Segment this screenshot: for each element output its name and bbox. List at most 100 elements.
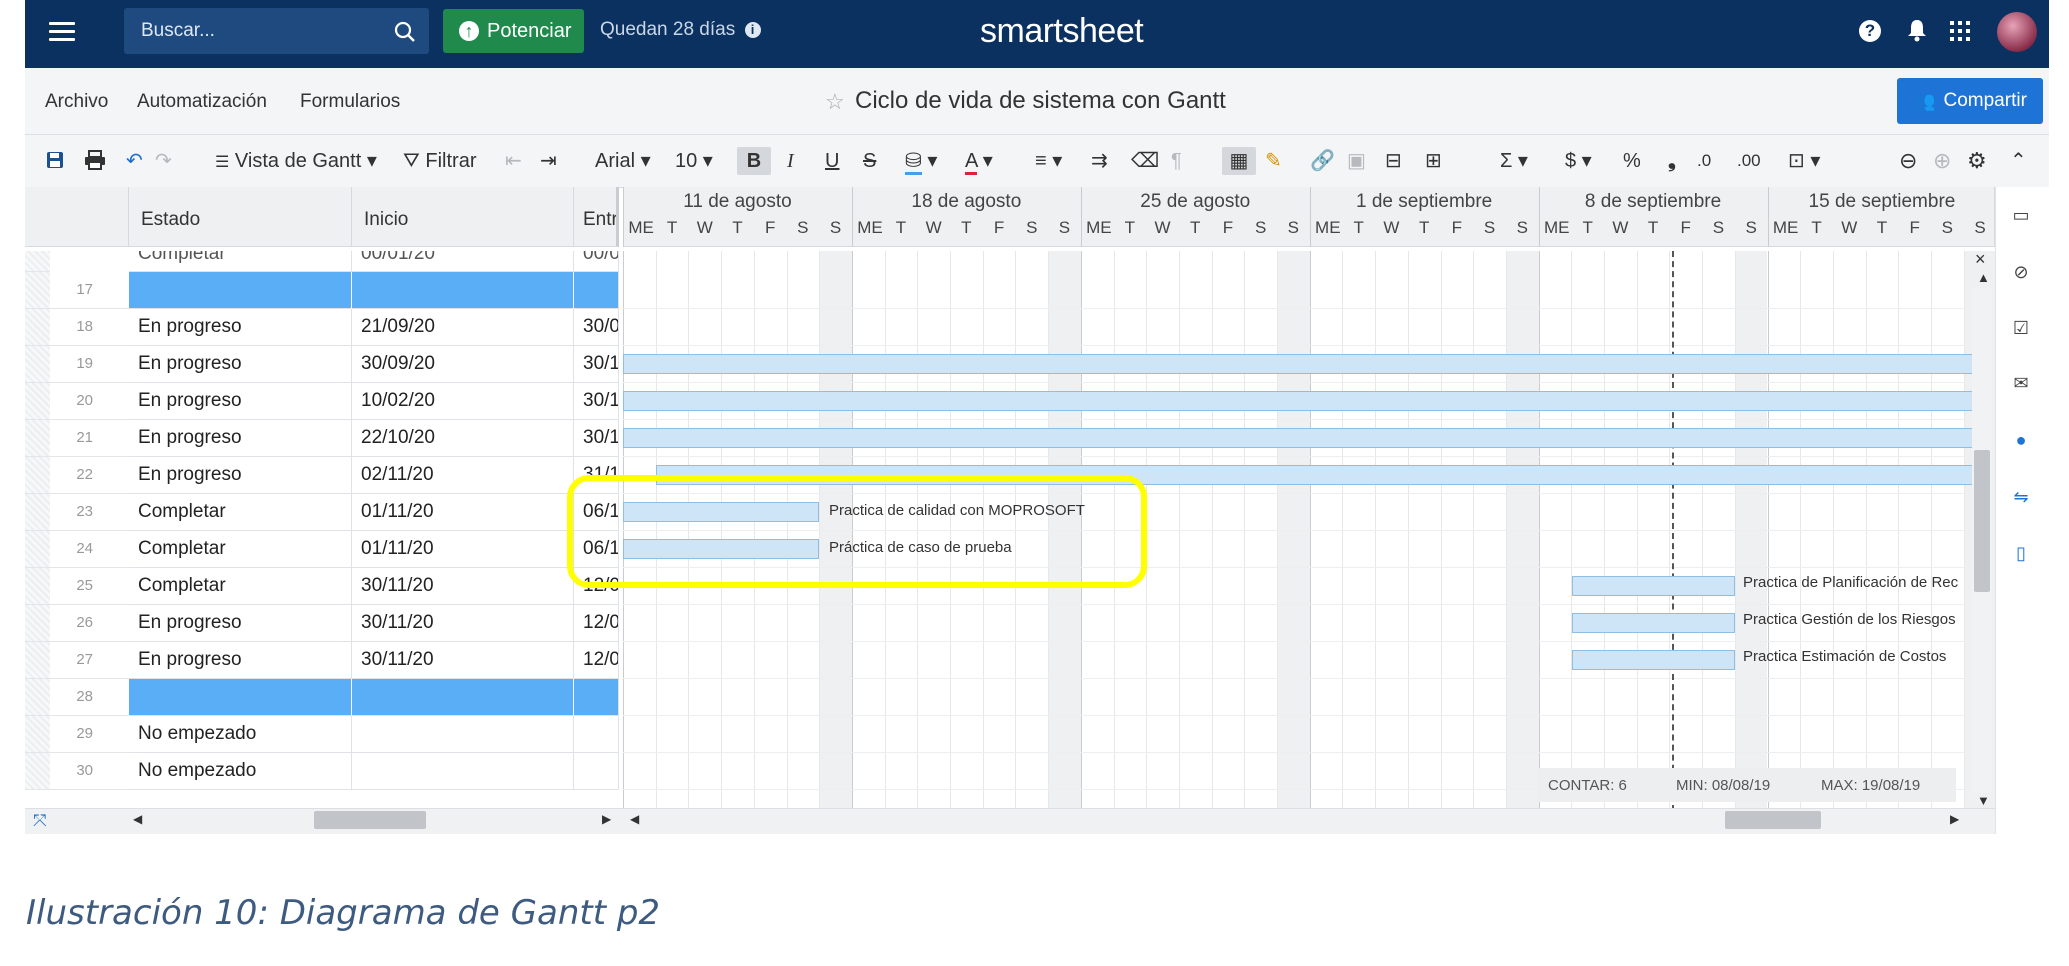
cell-entrega[interactable]: 12/0 <box>574 605 619 642</box>
print-icon[interactable] <box>84 150 106 170</box>
row-number[interactable]: 30 <box>50 753 95 790</box>
cell-estado[interactable]: En progreso <box>129 605 352 642</box>
decrease-decimal-icon[interactable]: .0 <box>1697 147 1711 175</box>
activity-log-icon[interactable]: ⇋ <box>2011 487 2031 507</box>
cell-estado[interactable]: En progreso <box>129 383 352 420</box>
gantt-bar-26[interactable] <box>1572 613 1735 633</box>
clear-format-icon[interactable]: ⌫ <box>1131 147 1159 175</box>
cell-entrega[interactable] <box>574 716 619 753</box>
filter-button[interactable]: ⛛ Filtrar <box>403 147 476 175</box>
section-row-entrega[interactable] <box>574 272 619 309</box>
search-input[interactable] <box>141 8 381 54</box>
image-icon[interactable]: ▣ <box>1347 147 1366 175</box>
row-number[interactable]: 22 <box>50 457 95 494</box>
notifications-bell-icon[interactable] <box>1906 18 1928 42</box>
row-number[interactable]: 29 <box>50 716 95 753</box>
gantt-view-dropdown[interactable]: ☰ Vista de Gantt ▾ <box>215 147 377 175</box>
row-number[interactable]: 26 <box>50 605 95 642</box>
expand-icon[interactable]: ⤧ <box>33 811 47 831</box>
cell-inicio[interactable] <box>352 753 574 790</box>
row-number[interactable]: 23 <box>50 494 95 531</box>
cell-estado[interactable]: En progreso <box>129 457 352 494</box>
gantt-close-icon[interactable]: × <box>1975 249 1986 270</box>
column-header-inicio[interactable]: Inicio <box>352 187 574 247</box>
currency-button[interactable]: $ ▾ <box>1565 147 1592 175</box>
menu-automatizacion[interactable]: Automatización <box>137 91 267 113</box>
row-number[interactable]: 27 <box>50 642 95 679</box>
link-icon[interactable]: 🔗 <box>1310 147 1335 175</box>
cell-inicio[interactable]: 30/11/20 <box>352 605 574 642</box>
cell-entrega[interactable]: 30/0 <box>574 309 619 346</box>
increase-decimal-icon[interactable]: .00 <box>1737 147 1761 175</box>
grid-view-icon[interactable]: ▦ <box>1222 147 1256 175</box>
collapse-toolbar-icon[interactable]: ⌃ <box>2010 147 2027 175</box>
save-icon[interactable] <box>46 151 64 169</box>
font-family-dropdown[interactable]: Arial ▾ <box>595 147 651 175</box>
cell-entrega[interactable]: 30/1 <box>574 383 619 420</box>
info-icon[interactable]: i <box>744 22 761 38</box>
sheet-title[interactable]: Ciclo de vida de sistema con Gantt <box>855 87 1226 115</box>
cell-estado[interactable]: Completar <box>129 568 352 605</box>
gantt-bar-19[interactable] <box>623 354 1975 374</box>
bold-button[interactable]: B <box>737 147 771 175</box>
section-row-estado[interactable] <box>129 272 352 309</box>
cell-estado[interactable]: En progreso <box>129 420 352 457</box>
cell-inicio[interactable]: 21/09/20 <box>352 309 574 346</box>
row-number[interactable]: 24 <box>50 531 95 568</box>
cell-estado[interactable]: No empezado <box>129 716 352 753</box>
cell-estado[interactable]: Completar <box>129 531 352 568</box>
cell-entrega[interactable] <box>574 753 619 790</box>
summary-icon[interactable]: ▯ <box>2011 543 2031 563</box>
gantt-bar-25[interactable] <box>1572 576 1735 596</box>
redo-icon[interactable]: ↷ <box>155 147 172 175</box>
cell-inicio[interactable]: 30/11/20 <box>352 568 574 605</box>
section-row-entrega[interactable] <box>574 679 619 716</box>
percent-icon[interactable]: % <box>1623 147 1641 175</box>
row-number[interactable]: 18 <box>50 309 95 346</box>
align-dropdown[interactable]: ≡ ▾ <box>1035 147 1062 175</box>
date-format-dropdown[interactable]: ⊡ ▾ <box>1788 147 1820 175</box>
gantt-bar-21[interactable] <box>623 428 1975 448</box>
menu-archivo[interactable]: Archivo <box>45 91 108 113</box>
menu-formularios[interactable]: Formularios <box>300 91 400 113</box>
comments-icon[interactable]: ▭ <box>2011 205 2031 225</box>
cell-inicio[interactable] <box>352 716 574 753</box>
gantt-scroll-up-icon[interactable]: ▲ <box>1977 270 1990 285</box>
gantt-hscroll-thumb[interactable] <box>1725 811 1821 829</box>
strikethrough-button[interactable]: S <box>863 147 876 175</box>
gantt-scroll-right-icon[interactable]: ▶ <box>1950 812 1959 826</box>
format-painter-icon[interactable]: ¶ <box>1171 147 1182 175</box>
cell-entrega[interactable]: 12/0 <box>574 642 619 679</box>
gantt-scroll-down-icon[interactable]: ▼ <box>1977 793 1990 808</box>
smartsheet-logo[interactable]: smartsheet <box>980 12 1144 51</box>
cell-inicio[interactable]: 01/11/20 <box>352 494 574 531</box>
grid-scroll-right-icon[interactable]: ▶ <box>602 812 611 826</box>
insert-row-icon[interactable]: ⊟ <box>1385 147 1402 175</box>
grid-scroll-left-icon[interactable]: ◀ <box>133 812 142 826</box>
cell-estado[interactable]: Completar <box>129 494 352 531</box>
zoom-in-icon[interactable]: ⊕ <box>1933 147 1951 175</box>
indent-icon[interactable]: ⇥ <box>540 147 557 175</box>
row-number[interactable]: 17 <box>50 272 95 309</box>
row-number[interactable]: 20 <box>50 383 95 420</box>
search-box[interactable] <box>124 8 429 54</box>
cell-entrega[interactable]: 30/1 <box>574 346 619 383</box>
insert-column-icon[interactable]: ⊞ <box>1425 147 1442 175</box>
update-requests-icon[interactable]: ✉ <box>2011 373 2031 393</box>
wrap-text-icon[interactable]: ⇉ <box>1091 147 1108 175</box>
help-icon[interactable]: ? <box>1859 20 1881 42</box>
user-avatar[interactable] <box>1997 12 2037 52</box>
grid-hscroll-thumb[interactable] <box>314 811 426 829</box>
share-button[interactable]: 👥 Compartir <box>1897 78 2043 124</box>
section-row-inicio[interactable] <box>352 679 574 716</box>
gantt-scroll-left-icon[interactable]: ◀ <box>630 812 639 826</box>
cell-inicio[interactable]: 10/02/20 <box>352 383 574 420</box>
row-number[interactable]: 28 <box>50 679 95 716</box>
gantt-bar-20[interactable] <box>623 391 1975 411</box>
publish-globe-icon[interactable]: ● <box>2011 430 2031 450</box>
sum-button[interactable]: Σ ▾ <box>1500 147 1528 175</box>
cell-inicio[interactable]: 02/11/20 <box>352 457 574 494</box>
favorite-star-icon[interactable]: ☆ <box>825 89 845 115</box>
cell-estado[interactable]: No empezado <box>129 753 352 790</box>
upgrade-button[interactable]: ↑ Potenciar <box>443 9 584 53</box>
